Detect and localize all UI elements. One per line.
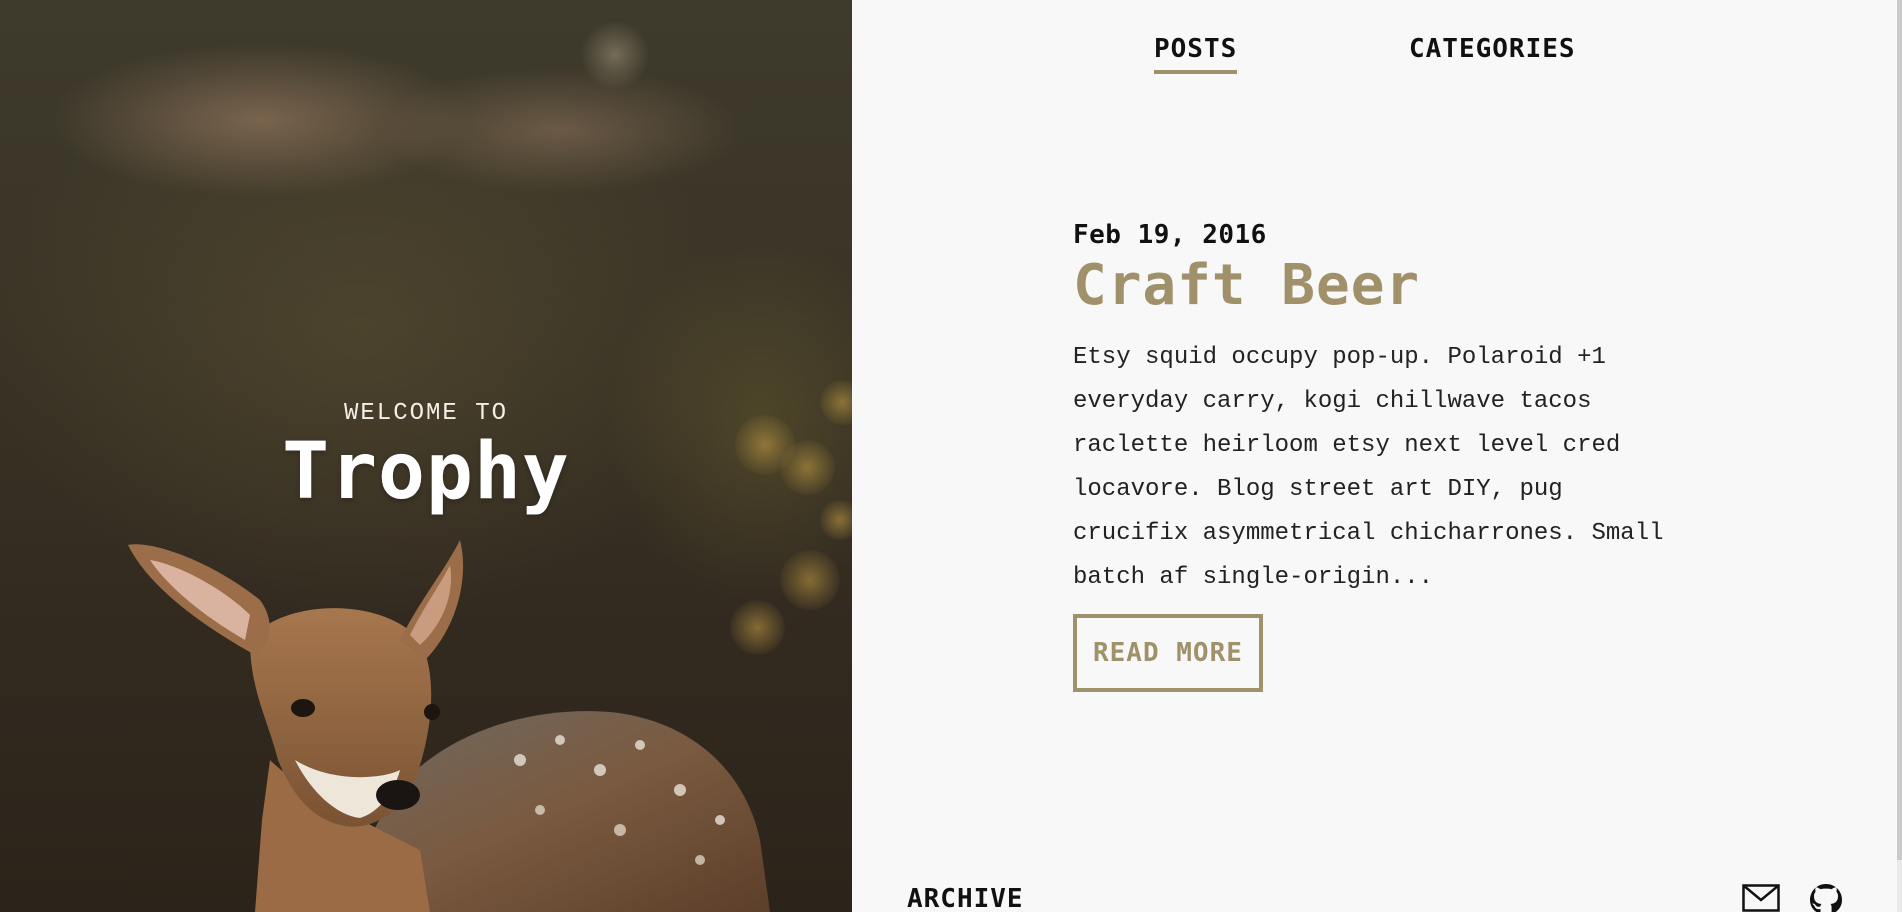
site-title[interactable]: Trophy [0,433,852,511]
read-more-button[interactable]: READ MORE [1073,614,1263,693]
github-icon[interactable] [1807,884,1845,912]
archive-link[interactable]: ARCHIVE [907,884,1024,912]
hero-welcome: WELCOME TO [343,400,509,427]
mail-icon[interactable] [1742,884,1780,912]
content-panel: POSTS CATEGORIES Feb 19, 2016 Craft Beer… [852,0,1897,912]
footer: ARCHIVE [852,884,1897,912]
post-date: Feb 19, 2016 [1073,220,1267,250]
nav-item-categories[interactable]: CATEGORIES [1409,34,1576,70]
scrollbar-thumb[interactable] [1897,0,1902,860]
hero-panel: WELCOME TO Trophy [0,0,852,912]
page-scrollbar[interactable] [1897,0,1902,912]
hero-text: WELCOME TO Trophy [0,400,852,511]
post-excerpt: Etsy squid occupy pop-up. Polaroid +1 ev… [1073,344,1664,592]
nav-item-posts[interactable]: POSTS [1154,34,1238,74]
post-title-link[interactable]: Craft Beer [1073,253,1693,318]
post-card: Feb 19, 2016 Craft Beer Etsy squid occup… [1073,220,1693,693]
